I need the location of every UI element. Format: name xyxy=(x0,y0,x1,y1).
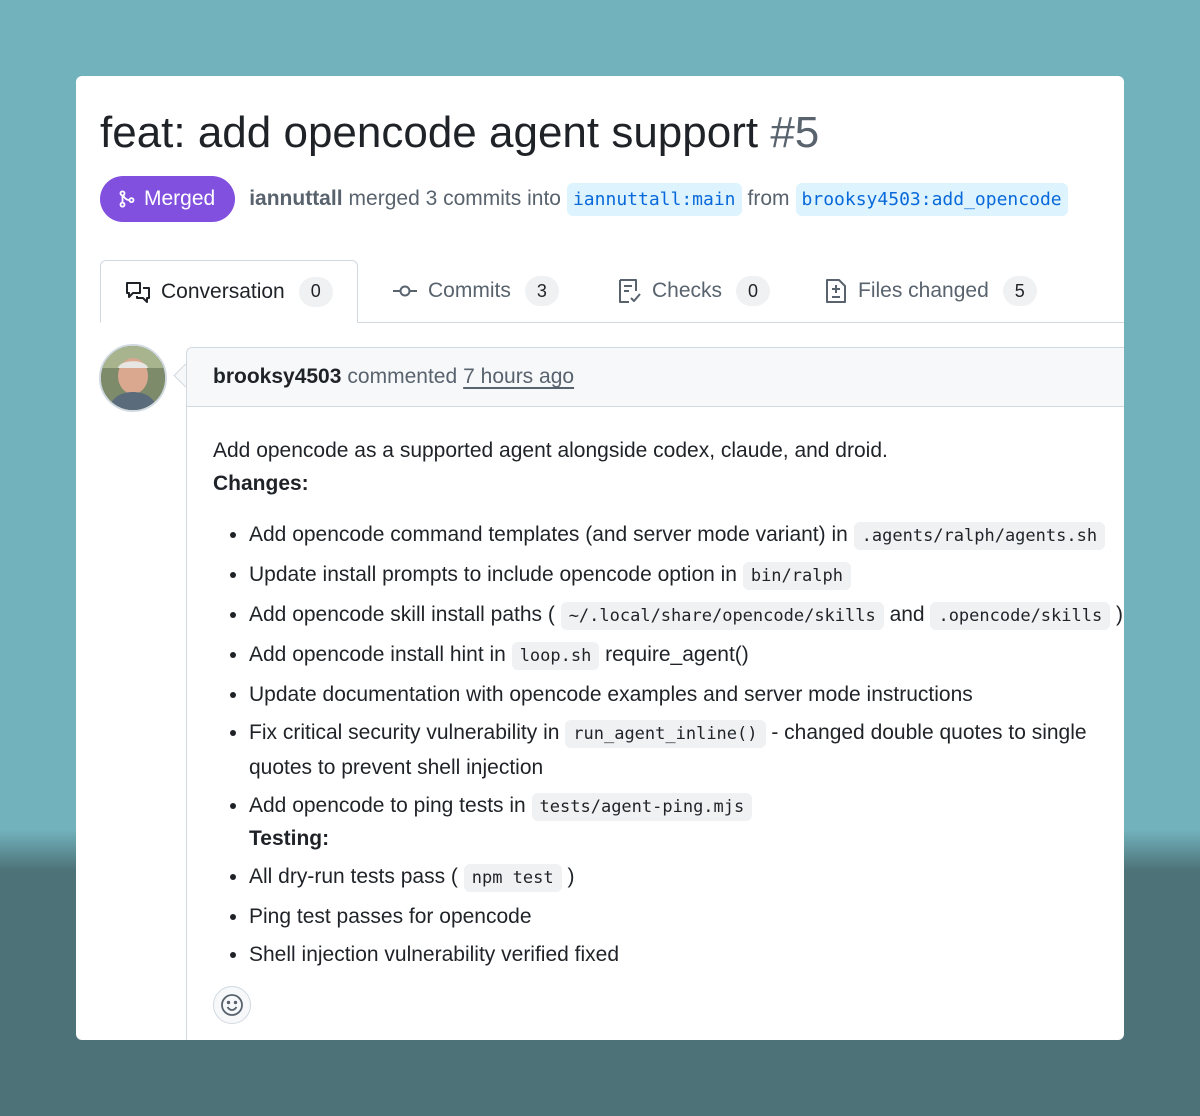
merged-status-label: Merged xyxy=(144,187,216,210)
inline-code: npm test xyxy=(463,864,562,892)
tab-files-changed[interactable]: Files changed 5 xyxy=(824,260,1037,322)
add-reaction-button[interactable] xyxy=(213,986,251,1024)
inline-code: .opencode/skills xyxy=(930,602,1111,630)
tab-commits[interactable]: Commits 3 xyxy=(392,260,559,322)
tab-counter: 0 xyxy=(736,276,771,306)
tab-checks[interactable]: Checks 0 xyxy=(616,260,771,322)
inline-code: tests/agent-ping.mjs xyxy=(531,793,753,821)
comment-timestamp[interactable]: 7 hours ago xyxy=(463,365,574,389)
list-item: Update install prompts to include openco… xyxy=(249,558,1124,593)
tab-label: Checks xyxy=(652,279,723,302)
comment-body: Add opencode as a supported agent alongs… xyxy=(213,434,1124,976)
file-diff-icon xyxy=(826,279,846,303)
list-item: Shell injection vulnerability verified f… xyxy=(249,938,1124,971)
pull-request-card: feat: add opencode agent support #5 Merg… xyxy=(76,76,1124,1040)
comment-header: brooksy4503 commented 7 hours ago xyxy=(187,348,1124,407)
tab-counter: 0 xyxy=(298,276,333,307)
avatar[interactable] xyxy=(99,344,167,412)
pr-meta: Merged iannuttall merged 3 commits into … xyxy=(100,176,1074,222)
comment-intro: Add opencode as a supported agent alongs… xyxy=(213,439,888,462)
avatar-image xyxy=(101,346,165,410)
inline-code: bin/ralph xyxy=(742,562,851,590)
comment: brooksy4503 commented 7 hours ago Add op… xyxy=(186,347,1124,1040)
changes-list: Add opencode command templates (and serv… xyxy=(213,518,1124,971)
list-item: All dry-run tests pass ( npm test ) xyxy=(249,860,1124,895)
from-text: from xyxy=(747,187,790,210)
merger-link[interactable]: iannuttall xyxy=(249,187,342,211)
inline-code: run_agent_inline() xyxy=(565,720,766,748)
pr-number[interactable]: #5 xyxy=(770,108,819,157)
tab-counter: 3 xyxy=(524,276,559,306)
git-commit-icon xyxy=(393,285,417,297)
tab-label: Conversation xyxy=(161,279,285,303)
inline-code: loop.sh xyxy=(511,642,600,670)
tab-label: Commits xyxy=(428,279,511,302)
pr-title-text: feat: add opencode agent support xyxy=(100,108,759,157)
inline-code: .agents/ralph/agents.sh xyxy=(853,522,1106,550)
pr-tabs: Conversation 0 Commits 3 Checks 0 Files … xyxy=(100,260,1124,323)
merged-status-badge: Merged xyxy=(100,176,236,222)
inline-code: ~/.local/share/opencode/skills xyxy=(560,602,884,630)
comment-discussion-icon xyxy=(126,281,150,303)
tab-conversation[interactable]: Conversation 0 xyxy=(100,260,358,323)
tab-label: Files changed xyxy=(858,279,989,302)
comment-action: commented xyxy=(347,365,458,388)
list-item: Add opencode to ping tests in tests/agen… xyxy=(249,789,1124,855)
testing-heading: Testing: xyxy=(249,827,330,850)
smiley-icon xyxy=(221,994,243,1016)
comment-author[interactable]: brooksy4503 xyxy=(213,365,341,389)
head-branch[interactable]: brooksy4503:add_opencode xyxy=(795,182,1068,216)
list-item: Add opencode install hint in loop.sh req… xyxy=(249,638,1124,673)
merge-text: merged 3 commits into xyxy=(348,187,561,210)
git-merge-icon xyxy=(119,190,135,208)
list-item: Fix critical security vulnerability in r… xyxy=(249,716,1109,784)
list-item: Ping test passes for opencode xyxy=(249,900,1124,933)
base-branch[interactable]: iannuttall:main xyxy=(566,182,742,216)
list-item: Add opencode skill install paths ( ~/.lo… xyxy=(249,598,1124,633)
checklist-icon xyxy=(619,279,641,303)
changes-heading: Changes: xyxy=(213,472,309,495)
list-item: Update documentation with opencode examp… xyxy=(249,678,1124,711)
pr-title: feat: add opencode agent support #5 xyxy=(100,108,819,158)
list-item: Add opencode command templates (and serv… xyxy=(249,518,1124,553)
tab-counter: 5 xyxy=(1002,276,1037,306)
